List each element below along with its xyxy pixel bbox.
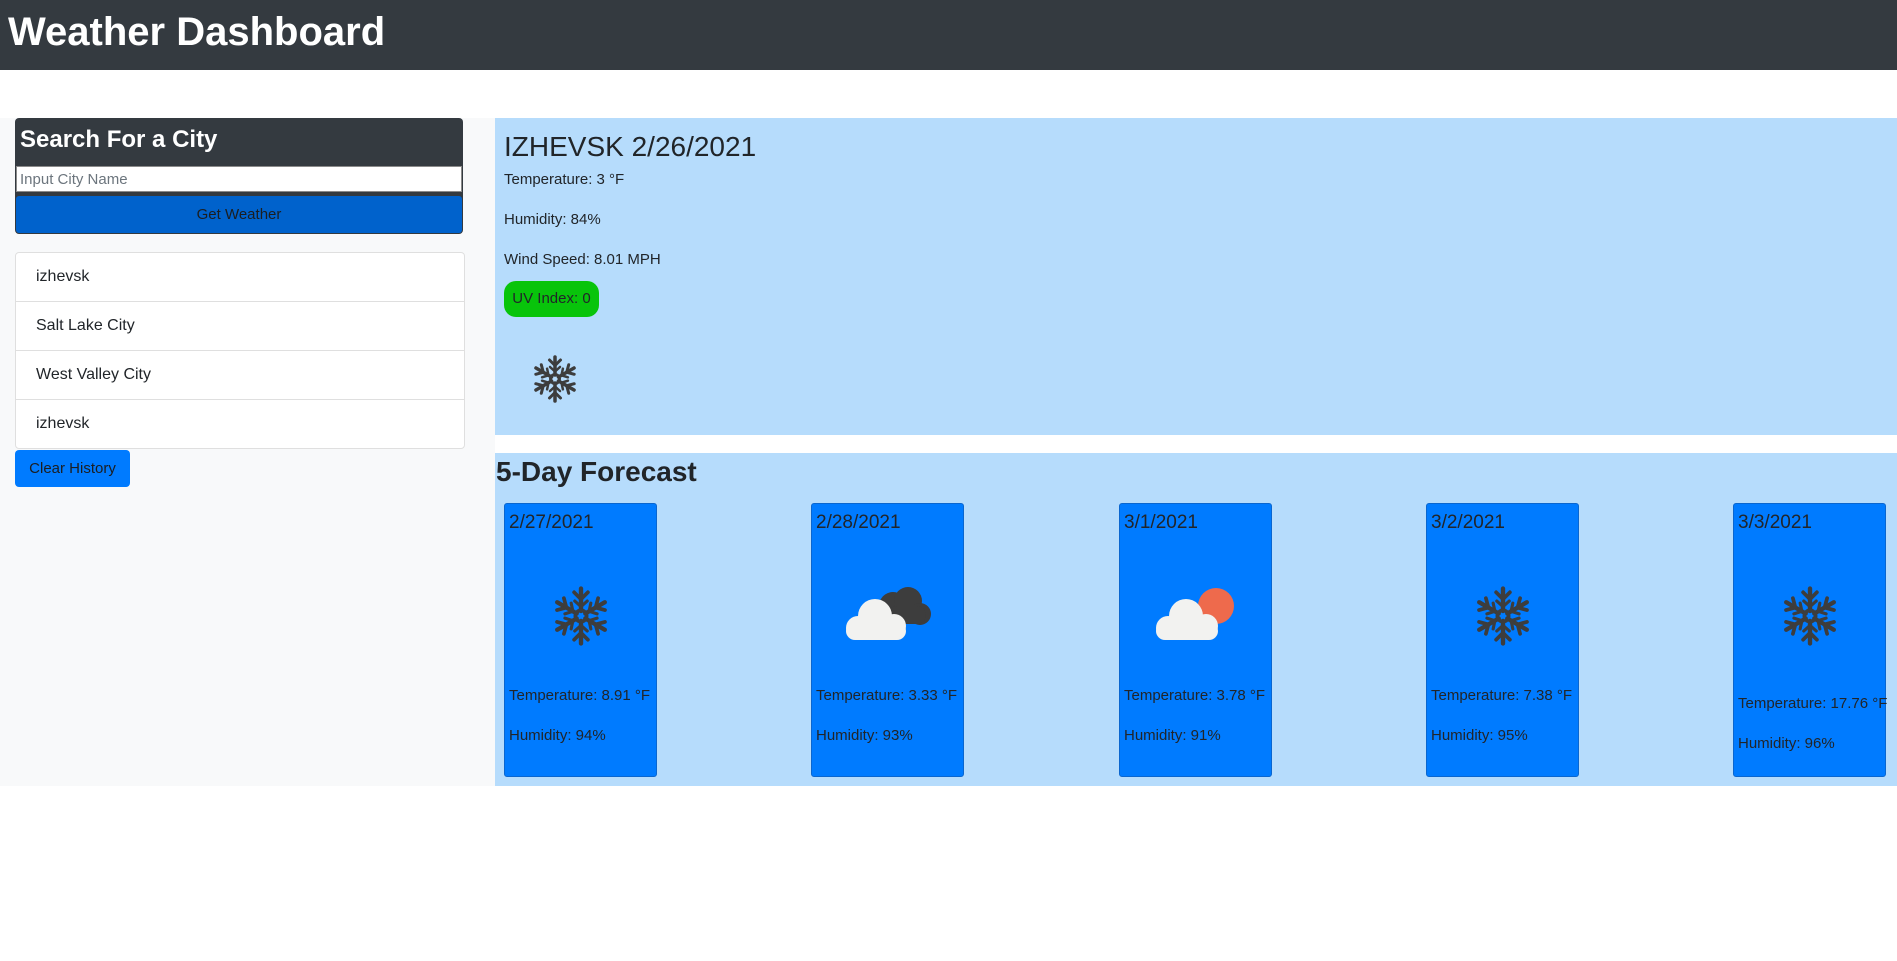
history-item[interactable]: izhevsk	[16, 400, 464, 448]
forecast-temperature: Temperature: 8.91 °F	[509, 687, 651, 704]
forecast-date: 3/3/2021	[1738, 512, 1812, 533]
snow-icon	[530, 354, 580, 404]
forecast-humidity: Humidity: 94%	[509, 727, 606, 744]
history-item[interactable]: Salt Lake City	[16, 302, 464, 351]
forecast-temperature: Temperature: 3.33 °F	[816, 687, 958, 704]
forecast-card: 2/28/2021 Temperature: 3.33 °F Humidity:…	[811, 503, 964, 777]
snow-icon	[531, 576, 631, 656]
forecast-date: 2/28/2021	[816, 512, 901, 533]
forecast-card: 3/2/2021 Temperature: 7.38 °F Humidity: …	[1426, 503, 1579, 777]
forecast-panel: 5-Day Forecast 2/27/2021 Temperature: 8.…	[495, 453, 1897, 786]
navbar: Weather Dashboard	[0, 0, 1897, 70]
search-card: Search For a City Get Weather	[15, 118, 463, 234]
partly-cloudy-icon	[1156, 588, 1234, 640]
current-weather-panel: IZHEVSK 2/26/2021 Temperature: 3 °F Humi…	[495, 118, 1897, 435]
cloudy-night-icon	[846, 587, 931, 640]
forecast-card: 3/1/2021 Temperature: 3.78 °F Humidity: …	[1119, 503, 1272, 777]
get-weather-button[interactable]: Get Weather	[16, 196, 462, 233]
forecast-temperature: Temperature: 3.78 °F	[1124, 687, 1266, 704]
forecast-date: 2/27/2021	[509, 512, 594, 533]
forecast-date: 3/1/2021	[1124, 512, 1198, 533]
history-item[interactable]: West Valley City	[16, 351, 464, 400]
page-title: Weather Dashboard	[8, 10, 386, 54]
forecast-temperature: Temperature: 17.76 °F	[1738, 695, 1888, 712]
forecast-title: 5-Day Forecast	[496, 456, 697, 487]
current-humidity: Humidity: 84%	[504, 211, 601, 228]
current-temperature: Temperature: 3 °F	[504, 171, 625, 188]
search-history-list: izhevsk Salt Lake City West Valley City …	[15, 252, 465, 449]
clear-history-button[interactable]: Clear History	[15, 450, 130, 487]
current-city-title: IZHEVSK 2/26/2021	[504, 131, 757, 162]
forecast-date: 3/2/2021	[1431, 512, 1505, 533]
sidebar: Search For a City Get Weather izhevsk Sa…	[0, 118, 495, 786]
snow-icon	[1453, 576, 1553, 656]
search-heading: Search For a City	[20, 126, 218, 153]
forecast-temperature: Temperature: 7.38 °F	[1431, 687, 1573, 704]
forecast-humidity: Humidity: 95%	[1431, 727, 1528, 744]
forecast-card: 2/27/2021 Temperature: 8.91 °F Humidity:…	[504, 503, 657, 777]
forecast-humidity: Humidity: 93%	[816, 727, 913, 744]
forecast-humidity: Humidity: 91%	[1124, 727, 1221, 744]
snow-icon	[1760, 576, 1860, 656]
current-wind-speed: Wind Speed: 8.01 MPH	[504, 251, 661, 268]
history-item[interactable]: izhevsk	[16, 253, 464, 302]
uv-index-badge: UV Index: 0	[504, 281, 599, 317]
forecast-humidity: Humidity: 96%	[1738, 735, 1835, 752]
city-search-input[interactable]	[16, 166, 462, 192]
forecast-card: 3/3/2021 Temperature: 17.76 °F Humidity:…	[1733, 503, 1888, 777]
